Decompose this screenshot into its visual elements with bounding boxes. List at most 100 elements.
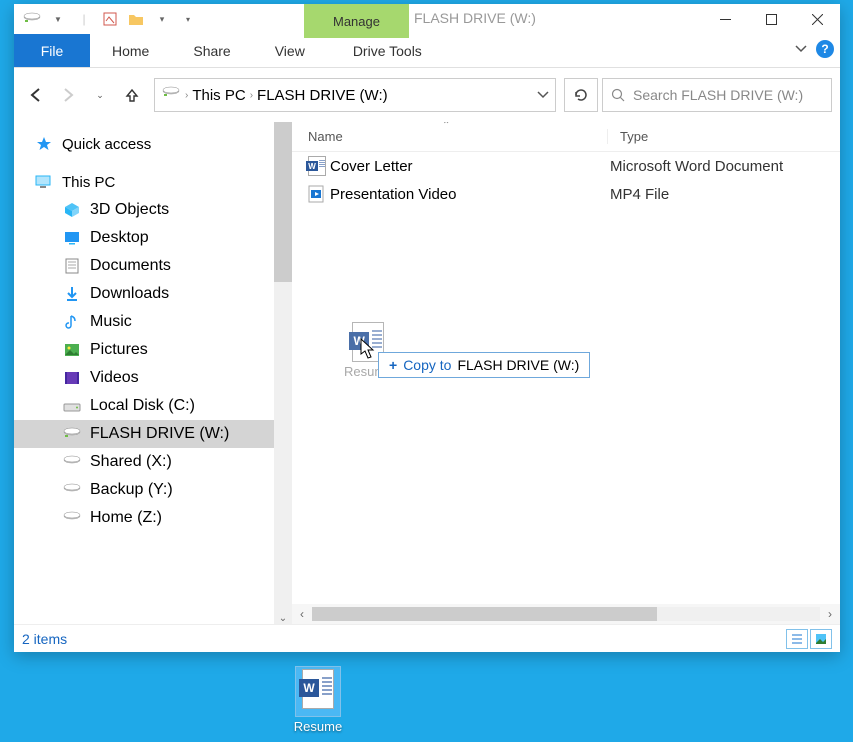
tree-label: Shared (X:): [90, 453, 172, 471]
search-placeholder: Search FLASH DRIVE (W:): [633, 87, 803, 103]
tree-label: Videos: [90, 369, 139, 387]
details-view-button[interactable]: [786, 629, 808, 649]
properties-icon[interactable]: [98, 7, 122, 31]
help-icon[interactable]: ?: [816, 40, 834, 58]
chevron-right-icon[interactable]: ›: [250, 90, 253, 101]
tree-item[interactable]: Videos: [14, 364, 292, 392]
icons-view-button[interactable]: [810, 629, 832, 649]
file-row[interactable]: W Cover Letter Microsoft Word Document: [292, 152, 840, 180]
file-row[interactable]: Presentation Video MP4 File: [292, 180, 840, 208]
forward-button[interactable]: [54, 81, 82, 109]
item-count: 2 items: [22, 631, 67, 647]
tree-label: Pictures: [90, 341, 148, 359]
drive-icon: [161, 86, 181, 105]
drive-icon: [62, 453, 82, 471]
video-file-icon: [308, 185, 330, 203]
recent-dropdown[interactable]: ⌄: [86, 81, 114, 109]
home-tab[interactable]: Home: [90, 34, 171, 67]
tree-label: 3D Objects: [90, 201, 169, 219]
tree-label: Quick access: [62, 136, 151, 153]
tree-item[interactable]: Local Disk (C:): [14, 392, 292, 420]
address-bar[interactable]: › This PC › FLASH DRIVE (W:): [154, 78, 556, 112]
file-rows[interactable]: W Cover Letter Microsoft Word Document P…: [292, 152, 840, 604]
scroll-left-icon[interactable]: ‹: [292, 607, 312, 621]
refresh-button[interactable]: [564, 78, 598, 112]
file-list-pane: ⌃ Name Type W Cover Letter Microsoft Wor…: [292, 122, 840, 624]
scroll-track[interactable]: [312, 607, 820, 621]
tree-scrollbar[interactable]: ⌄: [274, 122, 292, 624]
breadcrumb-current[interactable]: FLASH DRIVE (W:): [257, 87, 388, 104]
close-button[interactable]: [794, 4, 840, 34]
tree-item[interactable]: Desktop: [14, 224, 292, 252]
file-tab[interactable]: File: [14, 34, 90, 67]
minimize-button[interactable]: [702, 4, 748, 34]
drag-tooltip: + Copy to FLASH DRIVE (W:): [378, 352, 590, 378]
open-folder-icon[interactable]: [124, 7, 148, 31]
qat-chevron-icon[interactable]: ▼: [46, 7, 70, 31]
desktop-file-label: Resume: [294, 719, 342, 734]
cube-icon: [62, 201, 82, 219]
tree-item[interactable]: Backup (Y:): [14, 476, 292, 504]
tree-item[interactable]: Home (Z:): [14, 504, 292, 532]
tree-item-flash-drive[interactable]: FLASH DRIVE (W:): [14, 420, 292, 448]
search-icon: [611, 88, 625, 102]
column-headers: ⌃ Name Type: [292, 122, 840, 152]
manage-tab[interactable]: Manage: [304, 4, 409, 38]
tree-item[interactable]: Pictures: [14, 336, 292, 364]
qat-more-icon[interactable]: ▾: [176, 7, 200, 31]
back-button[interactable]: [22, 81, 50, 109]
col-name-header[interactable]: Name: [308, 129, 608, 144]
disk-icon: [62, 397, 82, 415]
quick-access-toolbar: ▼ | ▾ ▾: [14, 7, 200, 31]
breadcrumb-thispc[interactable]: This PC: [192, 87, 245, 104]
scroll-right-icon[interactable]: ›: [820, 607, 840, 621]
tree-label: Documents: [90, 257, 171, 275]
view-switcher: [786, 629, 832, 649]
tree-this-pc[interactable]: This PC: [14, 168, 292, 196]
scrollbar-thumb[interactable]: [312, 607, 657, 621]
music-icon: [62, 313, 82, 331]
chevron-right-icon[interactable]: ›: [185, 90, 188, 101]
scrollbar-thumb[interactable]: [274, 122, 292, 282]
nav-bar: ⌄ › This PC › FLASH DRIVE (W:) Search FL…: [14, 68, 840, 122]
drive-tools-tab[interactable]: Drive Tools: [331, 34, 444, 67]
tree-item[interactable]: Shared (X:): [14, 448, 292, 476]
explorer-window: ▼ | ▾ ▾ Manage FLASH DRIVE (W:) File Hom…: [14, 4, 840, 652]
cursor-icon: [360, 338, 378, 365]
title-bar: ▼ | ▾ ▾ Manage FLASH DRIVE (W:): [14, 4, 840, 34]
drive-icon: [20, 7, 44, 31]
drive-icon: [62, 481, 82, 499]
ribbon-collapse-icon[interactable]: [794, 42, 808, 56]
word-file-icon: W: [308, 156, 330, 176]
horizontal-scrollbar[interactable]: ‹ ›: [292, 604, 840, 624]
star-icon: [34, 135, 54, 153]
body: Quick access This PC 3D Objects Desktop …: [14, 122, 840, 624]
file-name: Presentation Video: [330, 186, 610, 203]
up-button[interactable]: [118, 81, 146, 109]
tree-label: Music: [90, 313, 132, 331]
tree-item[interactable]: Downloads: [14, 280, 292, 308]
tree-label: Backup (Y:): [90, 481, 173, 499]
tree-item[interactable]: Documents: [14, 252, 292, 280]
tree-label: Desktop: [90, 229, 149, 247]
word-file-icon: W: [302, 669, 334, 709]
tree-quick-access[interactable]: Quick access: [14, 130, 292, 158]
view-tab[interactable]: View: [253, 34, 327, 67]
scroll-down-icon[interactable]: ⌄: [274, 613, 292, 624]
desktop-file-icon[interactable]: W Resume: [283, 666, 353, 734]
sort-asc-icon: ⌃: [442, 122, 450, 131]
pc-icon: [34, 173, 54, 191]
tree-item[interactable]: Music: [14, 308, 292, 336]
videos-icon: [62, 369, 82, 387]
drag-action: Copy to: [403, 357, 451, 373]
address-dropdown-icon[interactable]: [537, 86, 549, 104]
window-title: FLASH DRIVE (W:): [414, 10, 536, 26]
search-input[interactable]: Search FLASH DRIVE (W:): [602, 78, 832, 112]
selection-highlight: W: [295, 666, 341, 717]
share-tab[interactable]: Share: [171, 34, 252, 67]
qat-customise-icon[interactable]: ▾: [150, 7, 174, 31]
tree-item[interactable]: 3D Objects: [14, 196, 292, 224]
tree-label: Downloads: [90, 285, 169, 303]
col-type-header[interactable]: Type: [608, 129, 648, 144]
maximize-button[interactable]: [748, 4, 794, 34]
